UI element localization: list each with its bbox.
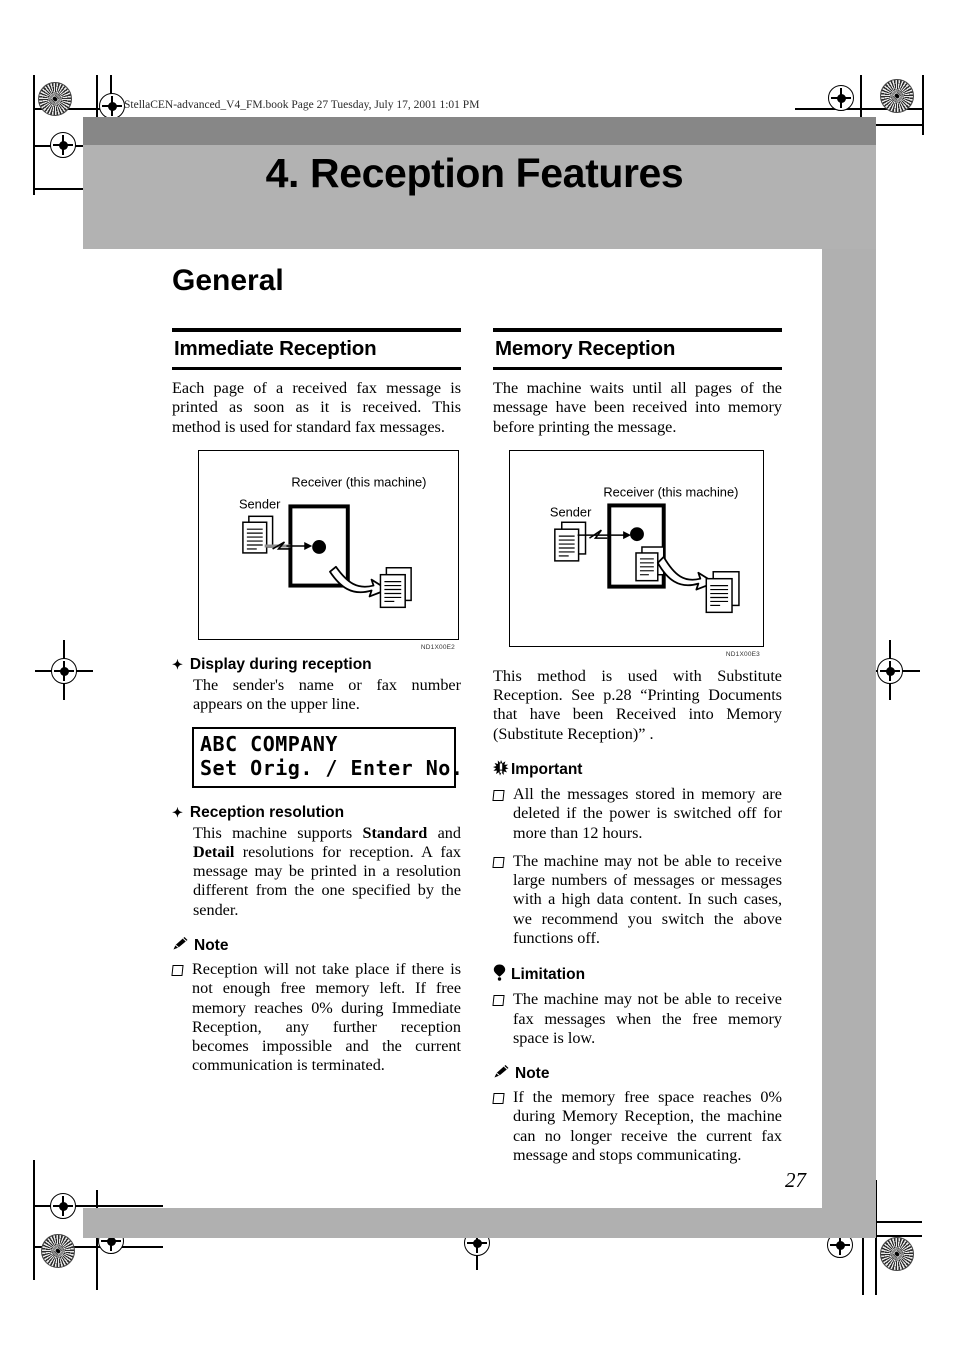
receiver-label: Receiver (this machine) [603,484,738,499]
figure-immediate-reception-graphic: Receiver (this machine) Sender [239,474,426,608]
sender-label: Sender [550,504,592,519]
page-content: General Immediate Reception Each page of… [171,264,782,1165]
memory-reception-intro: The machine waits until all pages of the… [493,379,782,436]
registration-crosshair [50,1193,76,1219]
display-during-reception-text: The sender's name or fax number appears … [193,675,461,714]
display-during-reception-heading: ✦ Display during reception [172,656,461,674]
figure-memory-reception-graphic: Receiver (this machine) Sender [550,484,740,613]
section-heading-immediate-reception: Immediate Reception [174,337,377,360]
figure-code: ND1X00E2 [420,643,455,651]
reception-resolution-text: This machine supports Standard and Detai… [193,824,461,920]
limitation-balloon-icon [493,964,506,986]
important-item-text: The machine may not be able to receive l… [513,851,782,947]
registration-star-mark [41,1234,75,1268]
diamond-bullet-icon: ✦ [172,656,183,672]
resolution-bold-standard: Standard [362,823,428,842]
note-heading: Note [493,1064,782,1084]
list-item: The machine may not be able to receive l… [492,851,782,948]
substitute-reception-text: This method is used with Substitute Rece… [493,666,782,743]
important-label: Important [511,761,583,779]
display-during-reception-label: Display during reception [189,655,372,673]
limitation-callout: Limitation The machine may not be able t… [492,964,782,1048]
limitation-label: Limitation [511,966,586,984]
list-item: If the memory free space reaches 0% duri… [492,1088,782,1165]
list-item: The machine may not be able to receive f… [492,990,782,1048]
square-bullet-icon [492,1093,505,1105]
list-item: Reception will not take place if there i… [171,960,461,1076]
registration-star-mark [38,82,72,116]
limitation-item-text: The machine may not be able to receive f… [513,990,782,1047]
page-number: 27 [785,1168,806,1192]
square-bullet-icon [492,789,505,801]
book-file-header: StellaCEN-advanced_V4_FM.book Page 27 Tu… [124,99,480,111]
resolution-text-1: This machine supports [193,823,363,842]
limitation-heading: Limitation [493,964,782,986]
registration-crosshair [50,132,76,158]
crop-mark-line [922,75,924,135]
square-bullet-icon [492,995,505,1007]
list-item: All the messages stored in memory are de… [492,784,782,843]
section-rule-bottom [172,367,461,370]
note-callout-left: Note Reception will not take place if th… [171,936,461,1076]
important-heading: Important [493,759,782,781]
registration-crosshair [828,85,854,111]
note-label: Note [515,1065,550,1083]
registration-crosshair [99,93,125,119]
pencil-icon [172,936,189,956]
registration-crosshair [51,658,77,684]
resolution-text-2: and [427,823,461,842]
left-column: Immediate Reception Each page of a recei… [171,328,464,1165]
note-heading: Note [172,936,461,956]
square-bullet-icon [492,856,505,868]
reception-resolution-block: ✦ Reception resolution This machine supp… [172,804,461,920]
reception-resolution-heading: ✦ Reception resolution [172,804,461,822]
page-shadow-right [822,248,876,1208]
important-burst-icon [493,759,509,781]
chapter-title: 4. Reception Features [265,150,684,196]
registration-star-mark [880,1237,914,1271]
pencil-icon [493,1064,510,1084]
receiver-label: Receiver (this machine) [291,474,426,489]
note-label: Note [194,937,229,954]
resolution-bold-detail: Detail [193,842,235,861]
figure-immediate-reception: Receiver (this machine) Sender ND1X00E2 [198,449,459,651]
page-title: General [172,264,284,297]
note-item-text: Reception will not take place if there i… [192,960,461,1075]
crop-mark-line [33,75,35,195]
figure-code: ND1X00E3 [725,650,760,658]
note-item-text: If the memory free space reaches 0% duri… [513,1088,782,1164]
header-band-dark [83,117,876,145]
two-column-layout: Immediate Reception Each page of a recei… [171,328,782,1165]
display-during-reception-block: ✦ Display during reception The sender's … [172,656,461,715]
registration-star-mark [880,79,914,113]
page-shadow-bottom [83,1208,876,1238]
immediate-reception-intro: Each page of a received fax message is p… [172,379,461,436]
right-column: Memory Reception The machine waits until… [492,328,782,1165]
resolution-text-3: resolutions for reception. A fax message… [193,842,461,919]
important-callout: Important All the messages stored in mem… [492,759,782,948]
figure-memory-reception: Receiver (this machine) Sender ND1X00E3 [509,449,764,658]
crop-mark-line [33,1160,35,1280]
note-callout-right: Note If the memory free space reaches 0%… [492,1064,782,1165]
square-bullet-icon [171,965,184,976]
section-heading-memory-reception: Memory Reception [495,337,676,360]
diamond-bullet-icon: ✦ [172,804,183,820]
section-rule-bottom [493,367,782,370]
lcd-line-2: Set Orig. / Enter No. [200,756,464,780]
registration-crosshair [877,658,903,684]
sender-label: Sender [239,496,281,511]
lcd-display-panel: ABC COMPANY Set Orig. / Enter No. [192,727,464,788]
important-item-text: All the messages stored in memory are de… [513,784,782,842]
lcd-line-1: ABC COMPANY [200,732,338,757]
reception-resolution-label: Reception resolution [189,803,345,821]
